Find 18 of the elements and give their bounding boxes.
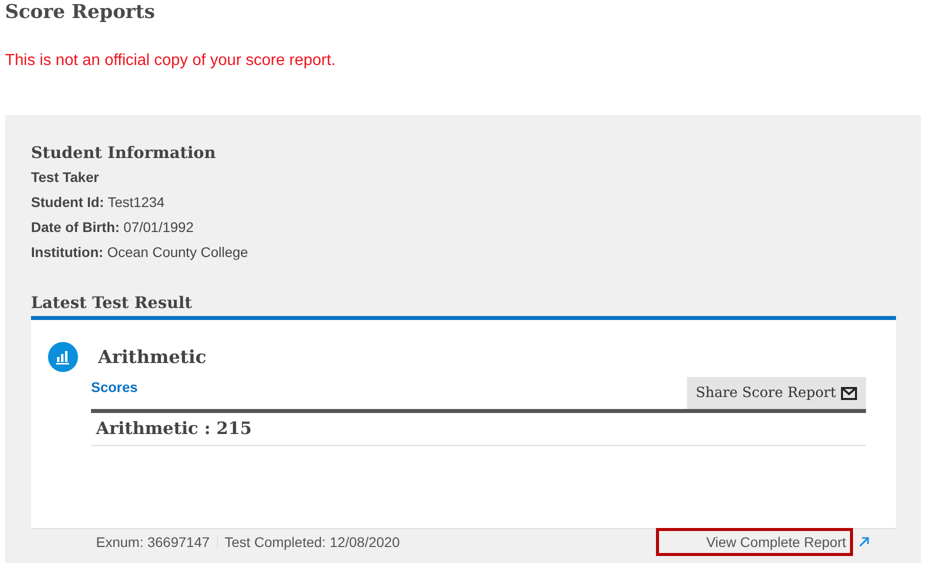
bar-chart-icon — [48, 342, 78, 372]
mail-icon — [841, 386, 857, 400]
section-heading: Latest Test Result — [31, 293, 193, 314]
section-heading: Student Information — [31, 143, 217, 162]
scores-link[interactable]: Scores — [91, 379, 138, 409]
completion-date: Test Completed: 12/08/2020 — [224, 534, 400, 550]
score-result: Arithmetic : 215 — [91, 409, 866, 446]
page-title: Score Reports — [4, 0, 156, 23]
external-link-icon[interactable] — [858, 536, 870, 548]
test-name: Arithmetic — [98, 346, 206, 368]
student-name: Test Taker — [31, 169, 100, 185]
disclaimer-notice: This is not an official copy of your score report. — [4, 52, 337, 70]
info-field: Institution: Ocean County College — [31, 244, 896, 260]
share-button[interactable]: Share Score Report — [686, 377, 866, 409]
exnum-text: Exnum: 36697147 — [96, 534, 210, 550]
report-link[interactable]: View Complete Report — [659, 531, 850, 553]
info-field: Date of Birth: 07/01/1992 — [31, 219, 896, 235]
info-field: Student Id: Test1234 — [31, 194, 896, 210]
